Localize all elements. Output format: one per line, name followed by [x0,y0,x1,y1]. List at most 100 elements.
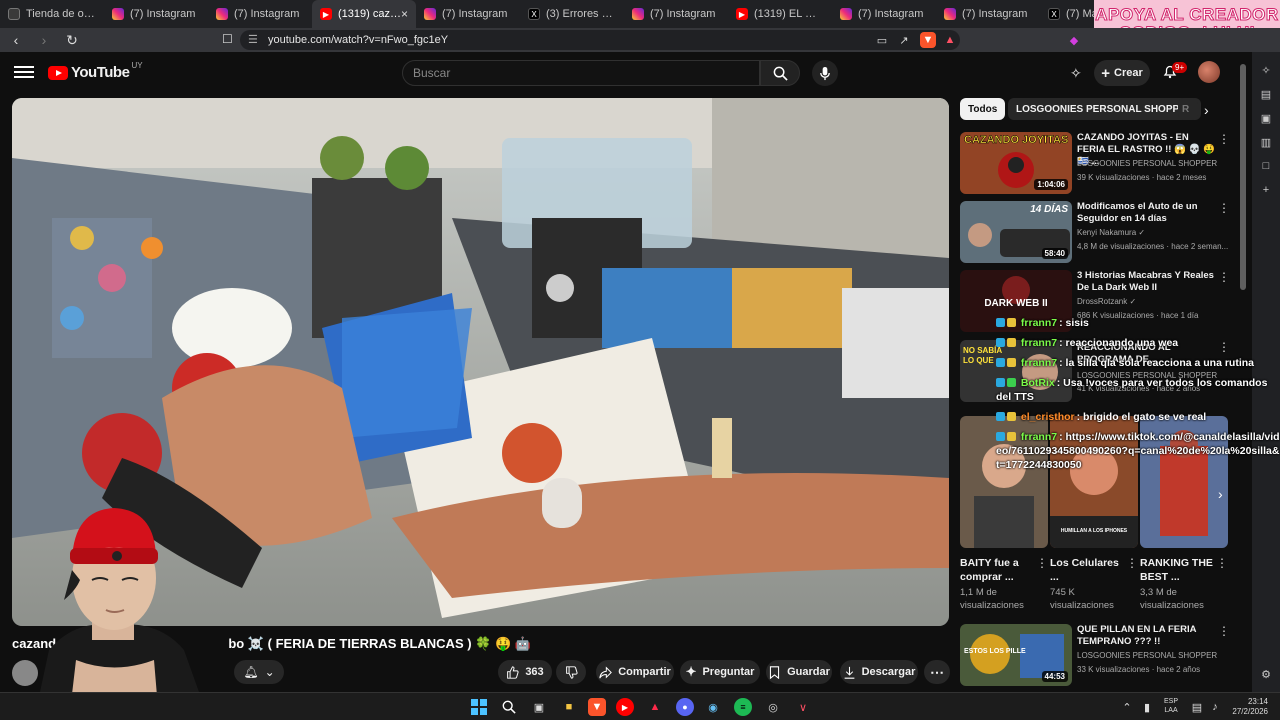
sidebar-reading-icon[interactable]: ▥ [1258,134,1274,150]
address-bar[interactable]: ☰ youtube.com/watch?v=nFwo_fgc1eY [240,30,960,50]
chip-channel[interactable]: LOSGOONIES PERSONAL SHOPPER [1008,98,1202,120]
browser-tab[interactable]: ▶ (1319) EL MILAGRO [728,0,832,28]
tray-mic-icon[interactable]: ▮ [1138,698,1156,716]
video-thumbnail[interactable]: ESTOS LOS PILLE 44:53 [960,624,1072,686]
brave-browser-icon[interactable]: ▼ [588,698,606,716]
share-page-icon[interactable]: ↗ [896,32,912,48]
short-title[interactable]: BAITY fue a comprar ... [960,556,1034,584]
browser-tab-title: (7) Instagram [130,8,196,20]
browser-tab[interactable]: (7) Instagram [208,0,312,28]
network-icon[interactable]: ▤ [1188,698,1206,716]
recommendation-item[interactable]: ESTOS LOS PILLE 44:53 QUE PILLAN EN LA F… [960,624,1238,686]
recommendation-channel[interactable]: LOSGOONIES PERSONAL SHOPPER [1077,651,1217,660]
reload-icon[interactable]: ↻ [60,28,84,52]
download-icon [844,666,854,679]
sidebar-add-icon[interactable]: + [1258,182,1274,198]
recommendation-title[interactable]: QUE PILLAN EN LA FERIA TEMPRANO ??? !! [1077,624,1217,648]
more-options-icon[interactable]: ⋮ [1218,270,1230,284]
recommendation-item[interactable]: 14 DÍAS 58:40 Modificamos el Auto de un … [960,201,1238,263]
more-options-icon[interactable]: ⋮ [1036,556,1048,570]
browser-tab[interactable]: (7) Instagram [416,0,520,28]
page-scrollbar[interactable] [1240,64,1246,290]
taskbar-search-icon[interactable] [500,698,518,716]
dislike-button[interactable] [556,660,586,684]
sidebar-bookmarks-icon[interactable]: □ [1258,158,1274,174]
close-tab-icon[interactable]: × [401,7,408,21]
youtube-logo[interactable]: YouTube UY [48,61,143,81]
chip-all[interactable]: Todos [960,98,1006,120]
like-button[interactable]: 363 [498,660,552,684]
chat-badge-icon [1007,432,1016,441]
voice-search-button[interactable] [812,60,838,86]
download-button[interactable]: Descargar [840,660,918,684]
install-icon[interactable]: ▭ [874,32,890,48]
chat-text: : brigido el gato se ve real [1076,411,1207,423]
rewards-icon[interactable]: ▲ [942,32,958,48]
more-options-icon[interactable]: ⋮ [1218,624,1230,638]
chip-scroll-right-icon[interactable]: › [1204,102,1209,118]
video-thumbnail[interactable]: 14 DÍAS 58:40 [960,201,1072,263]
valorant-icon[interactable]: ∨ [794,698,812,716]
short-title[interactable]: RANKING THE BEST ... [1140,556,1214,584]
sidebar-leo-icon[interactable]: ✧ [1258,62,1274,78]
browser-tab[interactable]: ▶ (1319) cazando× [312,0,416,28]
browser-tab[interactable]: (7) Instagram [624,0,728,28]
forward-icon[interactable]: › [32,28,56,52]
recommendation-title[interactable]: 3 Historias Macabras Y Reales De La Dark… [1077,270,1217,294]
obs-icon[interactable]: ◎ [764,698,782,716]
browser-tab[interactable]: (7) Instagram [936,0,1040,28]
chat-message: frrann7: la silla qla sola reacciona a u… [996,356,1280,370]
chat-username: BotRix [1020,377,1055,389]
sidebar-settings-icon[interactable]: ⚙ [1258,666,1274,682]
start-icon[interactable] [470,698,488,716]
hamburger-menu-icon[interactable] [14,63,34,83]
more-options-icon[interactable]: ⋮ [1218,132,1230,146]
more-actions-button[interactable]: ⋯ [924,660,950,684]
bookmark-icon[interactable]: ☐ [222,32,233,46]
volume-icon[interactable]: ♪ [1206,698,1224,716]
more-options-icon[interactable]: ⋮ [1126,556,1138,570]
extension-icon[interactable]: ◆ [1066,32,1082,48]
recommendation-item[interactable]: CAZANDO JOYITAS 1:04:06 CAZANDO JOYITAS … [960,132,1238,194]
discord-icon[interactable]: ● [676,698,694,716]
chip-next[interactable]: R [1178,98,1198,120]
shorts-scroll-right-icon[interactable]: › [1218,486,1223,502]
recommendation-channel[interactable]: LOSGOONIES PERSONAL SHOPPER [1077,159,1217,168]
task-view-icon[interactable]: ▣ [530,698,548,716]
video-duration: 44:53 [1041,671,1068,682]
keyboard-language[interactable]: ESP LAA [1164,697,1178,715]
recommendation-title[interactable]: Modificamos el Auto de un Seguidor en 14… [1077,201,1217,225]
more-options-icon[interactable]: ⋮ [1216,556,1228,570]
brave-shield-icon[interactable]: ▼ [920,32,936,48]
short-title[interactable]: Los Celulares ... [1050,556,1124,584]
browser-tab[interactable]: Tienda de objetos d [0,0,104,28]
sidebar-tabs-icon[interactable]: ▤ [1258,86,1274,102]
video-thumbnail[interactable]: CAZANDO JOYITAS 1:04:06 [960,132,1072,194]
site-info-icon[interactable]: ☰ [248,33,258,46]
browser-tab[interactable]: (7) Instagram [104,0,208,28]
subscription-bell-button[interactable]: 🔔︎ ⌄ [234,660,284,684]
share-button[interactable]: Compartir [596,660,674,684]
steam-icon[interactable]: ◉ [704,698,722,716]
recommendation-channel[interactable]: DrossRotzank ✓ [1077,297,1136,306]
youtube-app-icon[interactable]: ▶ [616,698,634,716]
system-clock[interactable]: 23:14 27/2/2026 [1224,697,1268,717]
instagram-favicon-icon [216,8,228,20]
tray-overflow-icon[interactable]: ⌃ [1118,698,1136,716]
more-options-icon[interactable]: ⋮ [1218,201,1230,215]
recommendation-channel[interactable]: Kenyi Nakamura ✓ [1077,228,1145,237]
acrobat-icon[interactable]: ▲ [646,698,664,716]
account-avatar[interactable] [1198,61,1220,83]
cast-icon[interactable]: ✧ [1070,65,1082,82]
ask-button[interactable]: ✦ Preguntar [680,660,760,684]
back-icon[interactable]: ‹ [4,28,28,52]
browser-tab[interactable]: (7) Instagram [832,0,936,28]
browser-tab[interactable]: X (3) Errores gramatic [520,0,624,28]
search-input[interactable]: Buscar [402,60,760,86]
save-button[interactable]: Guardar [766,660,832,684]
file-explorer-icon[interactable]: ■ [560,698,578,716]
create-button[interactable]: + Crear [1094,60,1150,86]
sidebar-wallet-icon[interactable]: ▣ [1258,110,1274,126]
search-button[interactable] [760,60,800,86]
spotify-icon[interactable]: ≡ [734,698,752,716]
